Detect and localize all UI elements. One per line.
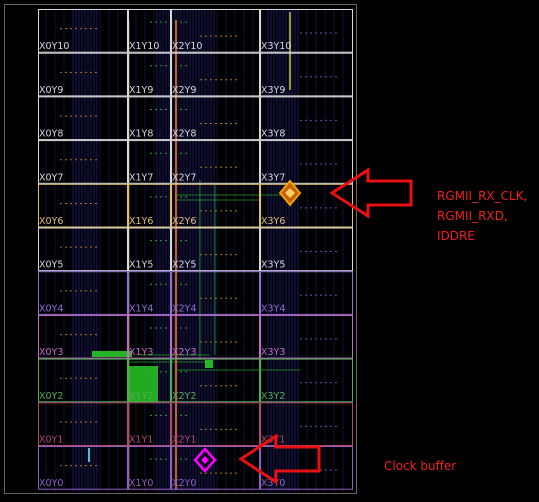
clock-region-label: X2Y0	[172, 478, 196, 489]
routed-logic-cell	[205, 360, 213, 368]
clock-region-label: X0Y1	[39, 435, 63, 446]
clock-buffer-annotation: Clock buffer	[384, 459, 457, 473]
clock-region-label: X2Y10	[172, 41, 202, 52]
clock-region-label: X0Y3	[39, 347, 63, 358]
rgmii-annotation-line-3: IDDRE	[437, 229, 475, 243]
clock-region-label: X2Y8	[172, 129, 196, 140]
rgmii-annotation: RGMII_RX_CLK, RGMII_RXD, IDDRE	[437, 186, 527, 246]
routed-logic-strip	[92, 351, 132, 357]
clock-region-label: X1Y1	[129, 435, 153, 446]
clock-region-label: X3Y3	[261, 347, 285, 358]
clock-region-label: X0Y4	[39, 303, 63, 314]
clock-region-label: X1Y5	[129, 260, 153, 271]
clock-region-label: X0Y6	[39, 216, 63, 227]
clock-region-label: X3Y10	[261, 41, 291, 52]
clock-region-label: X0Y8	[39, 129, 63, 140]
clock-region-label: X0Y10	[39, 41, 69, 52]
clock-region-label: X2Y5	[172, 260, 196, 271]
clock-region-label: X0Y7	[39, 172, 63, 183]
clock-region-label: X0Y2	[39, 391, 63, 402]
clock-region-label: X1Y2	[129, 391, 153, 402]
clock-region-label: X1Y9	[129, 85, 153, 96]
clock-region-label: X1Y3	[129, 347, 153, 358]
fabric-background	[45, 9, 344, 492]
fpga-device-view[interactable]: X0Y10 X1Y10 X2Y10 X3Y10 X0Y9 X1Y9 X2Y9 X3Y9 X0Y8…	[0, 0, 539, 502]
clock-region-label: X2Y1	[172, 435, 196, 446]
clock-region-label: X1Y10	[129, 41, 159, 52]
clock-region-label: X1Y8	[129, 129, 153, 140]
clock-region-label: X0Y9	[39, 85, 63, 96]
clock-region-label: X1Y7	[129, 172, 153, 183]
clock-region-label: X3Y7	[261, 172, 285, 183]
clock-region-label: X1Y6	[129, 216, 153, 227]
clock-region-label: X0Y0	[39, 478, 63, 489]
clock-region-label: X2Y3	[172, 347, 196, 358]
clock-region-label: X1Y0	[129, 478, 153, 489]
clock-region-label: X3Y2	[261, 391, 285, 402]
clock-region-label: X3Y6	[261, 216, 285, 227]
clock-region-label: X2Y6	[172, 216, 196, 227]
rgmii-annotation-line-2: RGMII_RXD,	[437, 209, 508, 223]
clock-region-label: X2Y7	[172, 172, 196, 183]
clock-region-label: X2Y4	[172, 303, 196, 314]
clock-region-label: X3Y4	[261, 303, 285, 314]
clock-region-label: X2Y9	[172, 85, 196, 96]
rgmii-annotation-line-1: RGMII_RX_CLK,	[437, 189, 528, 203]
clock-region-label: X3Y5	[261, 260, 285, 271]
clock-region-label: X0Y5	[39, 260, 63, 271]
rgmii-arrow-icon	[329, 167, 413, 219]
clock-region-label: X3Y9	[261, 85, 285, 96]
clock-region-label: X2Y2	[172, 391, 196, 402]
clock-region-label: X3Y8	[261, 129, 285, 140]
clock-region-label: X1Y4	[129, 303, 153, 314]
